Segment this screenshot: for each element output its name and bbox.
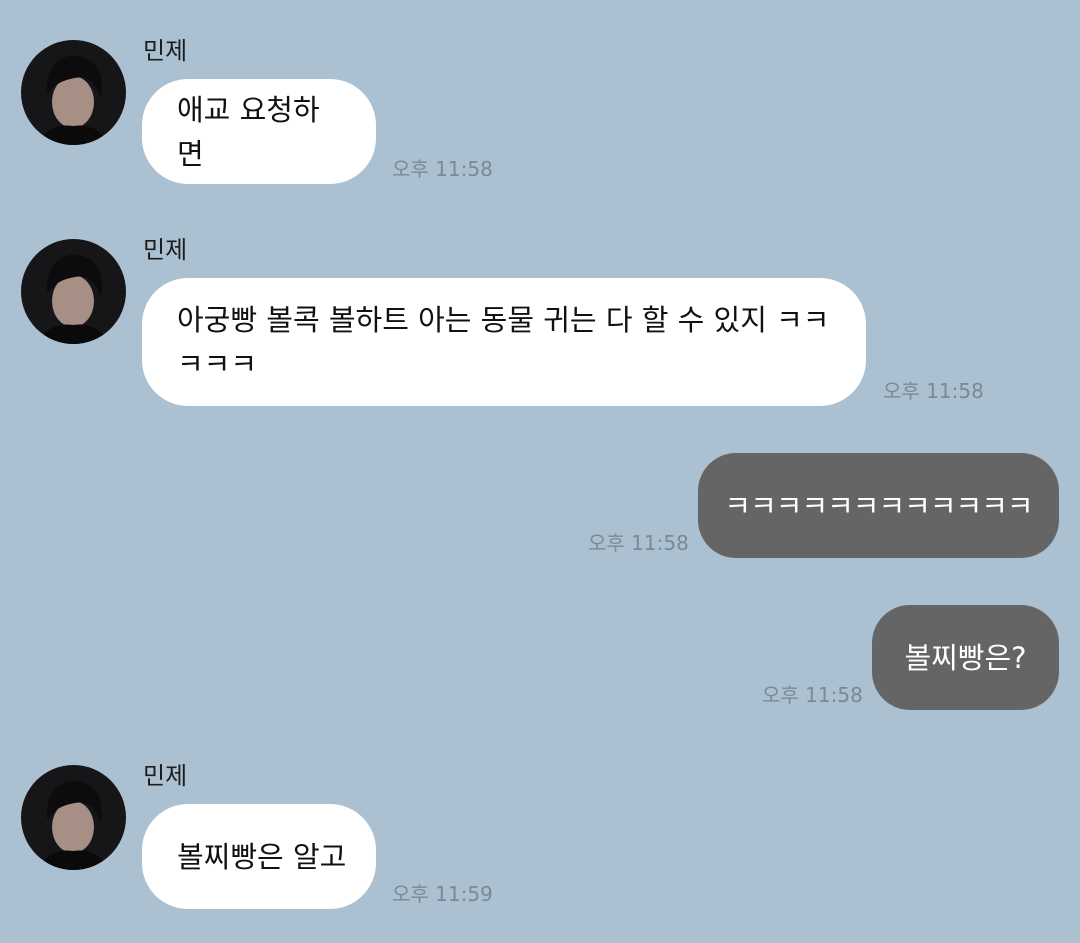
avatar-photo-icon [21,40,126,145]
sender-avatar[interactable] [21,239,126,344]
message-timestamp: 오후 11:58 [588,531,689,555]
message-text: 애교 요청하면 [177,92,320,171]
incoming-message-bubble[interactable]: 아궁빵 볼콕 볼하트 아는 동물 귀는 다 할 수 있지 ㅋㅋ ㅋㅋㅋ [142,278,866,406]
outgoing-message-bubble[interactable]: ㅋㅋㅋㅋㅋㅋㅋㅋㅋㅋㅋㅋ [698,453,1059,558]
outgoing-message-bubble[interactable]: 볼찌빵은? [872,605,1059,710]
incoming-message-bubble[interactable]: 볼찌빵은 알고 [142,804,376,909]
sender-name: 민제 [143,762,188,790]
message-text: 볼찌빵은 알고 [177,839,347,874]
sender-avatar[interactable] [21,40,126,145]
sender-avatar[interactable] [21,765,126,870]
message-text: 볼찌빵은? [904,640,1027,675]
message-timestamp: 오후 11:58 [883,379,984,403]
message-timestamp: 오후 11:58 [762,683,863,707]
avatar-photo-icon [21,765,126,870]
avatar-photo-icon [21,239,126,344]
message-timestamp: 오후 11:58 [392,157,493,181]
message-timestamp: 오후 11:59 [392,882,493,906]
message-text: ㅋㅋㅋㅋㅋㅋㅋㅋㅋㅋㅋㅋ [724,488,1033,523]
sender-name: 민제 [143,236,188,264]
message-text-line-1: 아궁빵 볼콕 볼하트 아는 동물 귀는 다 할 수 있지 ㅋㅋ [177,303,830,337]
sender-name: 민제 [143,37,188,65]
message-text-line-2: ㅋㅋㅋ [177,347,258,381]
incoming-message-bubble[interactable]: 애교 요청하면 [142,79,376,184]
